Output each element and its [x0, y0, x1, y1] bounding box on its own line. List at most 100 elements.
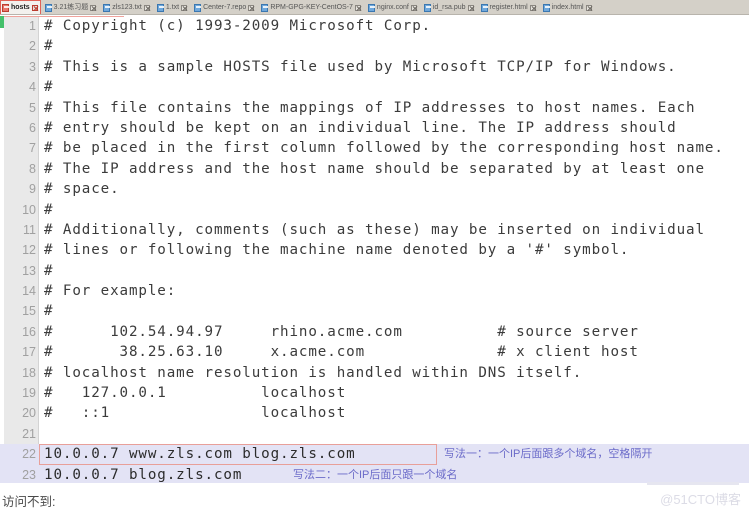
close-icon[interactable]	[585, 4, 592, 11]
editor-tab[interactable]: index.html	[540, 0, 595, 14]
line-number: 9	[29, 182, 36, 197]
watermark-label: @51CTO博客	[660, 492, 741, 507]
editor-tab-label: hosts	[11, 4, 30, 11]
code-line[interactable]: 12 # lines or following the machine name …	[0, 240, 749, 260]
editor-tab[interactable]: hosts	[0, 0, 41, 14]
editor-tab[interactable]: 1.txt	[154, 0, 191, 14]
close-icon[interactable]	[181, 4, 188, 11]
footer-note: 访问不到:	[2, 495, 56, 509]
code-line[interactable]: 11 # Additionally, comments (such as thes…	[0, 220, 749, 240]
code-line[interactable]: 7 # be placed in the first column followe…	[0, 138, 749, 158]
code-line[interactable]: 20 # ::1 localhost	[0, 403, 749, 423]
code-line[interactable]: 18 # localhost name resolution is handled…	[0, 363, 749, 383]
annotation-label: 写法一：一个IP后面跟多个域名，空格隔开	[444, 448, 653, 461]
code-lines[interactable]: 1 # Copyright (c) 1993-2009 Microsoft Cor…	[0, 16, 749, 483]
editor-tab-label: Center-7.repo	[203, 4, 247, 11]
line-text: #	[44, 201, 54, 218]
line-number: 15	[22, 304, 36, 319]
line-number: 7	[29, 141, 36, 156]
close-icon[interactable]	[90, 4, 97, 11]
code-line[interactable]: 5 # This file contains the mappings of IP…	[0, 98, 749, 118]
line-text: # ::1 localhost	[44, 405, 347, 422]
editor-tab-label: RPM-GPG-KEY-CentOS-7	[270, 4, 353, 11]
watermark-strip	[647, 482, 739, 485]
line-text: # Additionally, comments (such as these)…	[44, 221, 705, 238]
close-icon[interactable]	[31, 4, 38, 11]
line-text: 10.0.0.7 www.zls.com blog.zls.com	[44, 446, 356, 463]
editor-tab[interactable]: nginx.conf	[365, 0, 420, 14]
line-text: #	[44, 303, 54, 320]
editor-tab[interactable]: Center-7.repo	[192, 0, 258, 14]
line-number: 6	[29, 120, 36, 135]
text-editor-window: hosts 3.21练习题 zls123.txt 1.txt Center-7.repo…	[0, 0, 749, 514]
code-line[interactable]: 21	[0, 424, 749, 444]
close-icon[interactable]	[467, 4, 474, 11]
editor-tab[interactable]: RPM-GPG-KEY-CentOS-7	[259, 0, 364, 14]
code-line[interactable]: 2 #	[0, 36, 749, 56]
line-number: 19	[22, 386, 36, 401]
footer-area: 访问不到: @51CTO博客	[0, 483, 749, 514]
code-line[interactable]: 6 # entry should be kept on an individual…	[0, 118, 749, 138]
code-line[interactable]: 1 # Copyright (c) 1993-2009 Microsoft Cor…	[0, 16, 749, 36]
close-icon[interactable]	[529, 4, 536, 11]
line-number: 21	[22, 426, 36, 441]
line-number: 5	[29, 100, 36, 115]
close-icon[interactable]	[354, 4, 361, 11]
line-text: # 127.0.0.1 localhost	[44, 385, 347, 402]
line-text: # This file contains the mappings of IP …	[44, 99, 696, 116]
line-text: 10.0.0.7 blog.zls.com	[44, 466, 243, 483]
editor-tab-label: nginx.conf	[376, 4, 409, 11]
line-text: # 38.25.63.10 x.acme.com # x client host	[44, 344, 639, 361]
editor-tab[interactable]: 3.21练习题	[42, 0, 100, 14]
line-number: 10	[22, 202, 36, 217]
code-line[interactable]: 16 # 102.54.94.97 rhino.acme.com # source…	[0, 322, 749, 342]
code-editor-area[interactable]: 1 # Copyright (c) 1993-2009 Microsoft Cor…	[0, 16, 749, 483]
file-icon	[367, 3, 375, 12]
line-number: 20	[22, 406, 36, 421]
file-icon	[480, 3, 488, 12]
file-icon	[2, 3, 9, 12]
file-icon	[44, 3, 52, 12]
code-line[interactable]: 3 # This is a sample HOSTS file used by M…	[0, 57, 749, 77]
code-line[interactable]: 14 # For example:	[0, 281, 749, 301]
code-line[interactable]: 4 #	[0, 77, 749, 97]
line-number: 17	[22, 345, 36, 360]
line-number: 18	[22, 365, 36, 380]
code-line[interactable]: 10 #	[0, 200, 749, 220]
code-line[interactable]: 13 #	[0, 261, 749, 281]
editor-tab[interactable]: zls123.txt	[101, 0, 153, 14]
code-line[interactable]: 17 # 38.25.63.10 x.acme.com # x client ho…	[0, 342, 749, 362]
line-text: # The IP address and the host name shoul…	[44, 160, 705, 177]
line-number: 1	[29, 19, 36, 33]
line-number: 13	[22, 263, 36, 278]
line-text: # lines or following the machine name de…	[44, 242, 630, 259]
line-text: #	[44, 79, 54, 96]
file-icon	[103, 3, 111, 12]
line-text: # be placed in the first column followed…	[44, 140, 724, 157]
line-number: 12	[22, 243, 36, 258]
line-text: # For example:	[44, 283, 177, 300]
line-number: 23	[22, 467, 36, 482]
line-number: 14	[22, 284, 36, 299]
line-text: # entry should be kept on an individual …	[44, 119, 677, 136]
annotation-label: 写法二：一个IP后面只跟一个域名	[293, 468, 458, 481]
editor-tab[interactable]: id_rsa.pub	[421, 0, 477, 14]
file-icon	[156, 3, 164, 12]
code-line[interactable]: 8 # The IP address and the host name shou…	[0, 159, 749, 179]
line-number: 16	[22, 324, 36, 339]
editor-tab-label: id_rsa.pub	[432, 4, 466, 11]
close-icon[interactable]	[248, 4, 255, 11]
line-text: # This is a sample HOSTS file used by Mi…	[44, 58, 677, 75]
close-icon[interactable]	[143, 4, 150, 11]
close-icon[interactable]	[410, 4, 417, 11]
line-number: 22	[22, 447, 36, 462]
editor-tab-bar: hosts 3.21练习题 zls123.txt 1.txt Center-7.repo…	[0, 0, 749, 15]
code-line[interactable]: 19 # 127.0.0.1 localhost	[0, 383, 749, 403]
file-icon	[542, 3, 550, 12]
editor-tab-label: register.html	[489, 4, 528, 11]
line-text: # 102.54.94.97 rhino.acme.com # source s…	[44, 323, 639, 340]
code-line[interactable]: 9 # space.	[0, 179, 749, 199]
editor-tab[interactable]: register.html	[478, 0, 539, 14]
file-icon	[423, 3, 431, 12]
code-line[interactable]: 15 #	[0, 301, 749, 321]
